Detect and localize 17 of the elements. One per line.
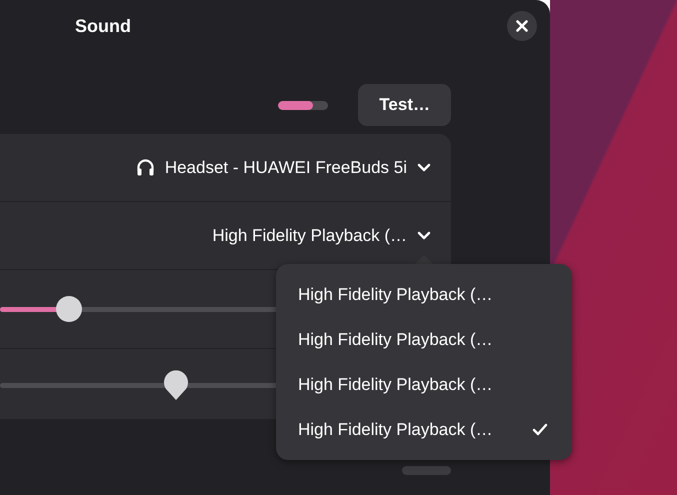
chevron-down-icon <box>417 231 431 240</box>
slider-thumb[interactable] <box>163 369 190 401</box>
menu-item[interactable]: High Fidelity Playback (… <box>276 407 572 452</box>
menu-item[interactable]: High Fidelity Playback (… <box>276 362 572 407</box>
menu-item[interactable]: High Fidelity Playback (… <box>276 272 572 317</box>
output-device-dropdown[interactable]: Headset - HUAWEI FreeBuds 5i <box>0 134 451 202</box>
chevron-down-icon <box>417 163 431 172</box>
profile-name: High Fidelity Playback (… <box>212 226 407 246</box>
menu-item[interactable]: High Fidelity Playback (… <box>276 317 572 362</box>
headphones-icon <box>136 158 155 177</box>
test-button[interactable]: Test… <box>358 84 451 126</box>
slider-thumb[interactable] <box>56 296 82 322</box>
close-button[interactable] <box>507 11 537 41</box>
device-name: Headset - HUAWEI FreeBuds 5i <box>164 158 407 178</box>
scroll-handle[interactable] <box>402 466 451 475</box>
close-icon <box>516 20 528 32</box>
window-title: Sound <box>75 16 131 36</box>
